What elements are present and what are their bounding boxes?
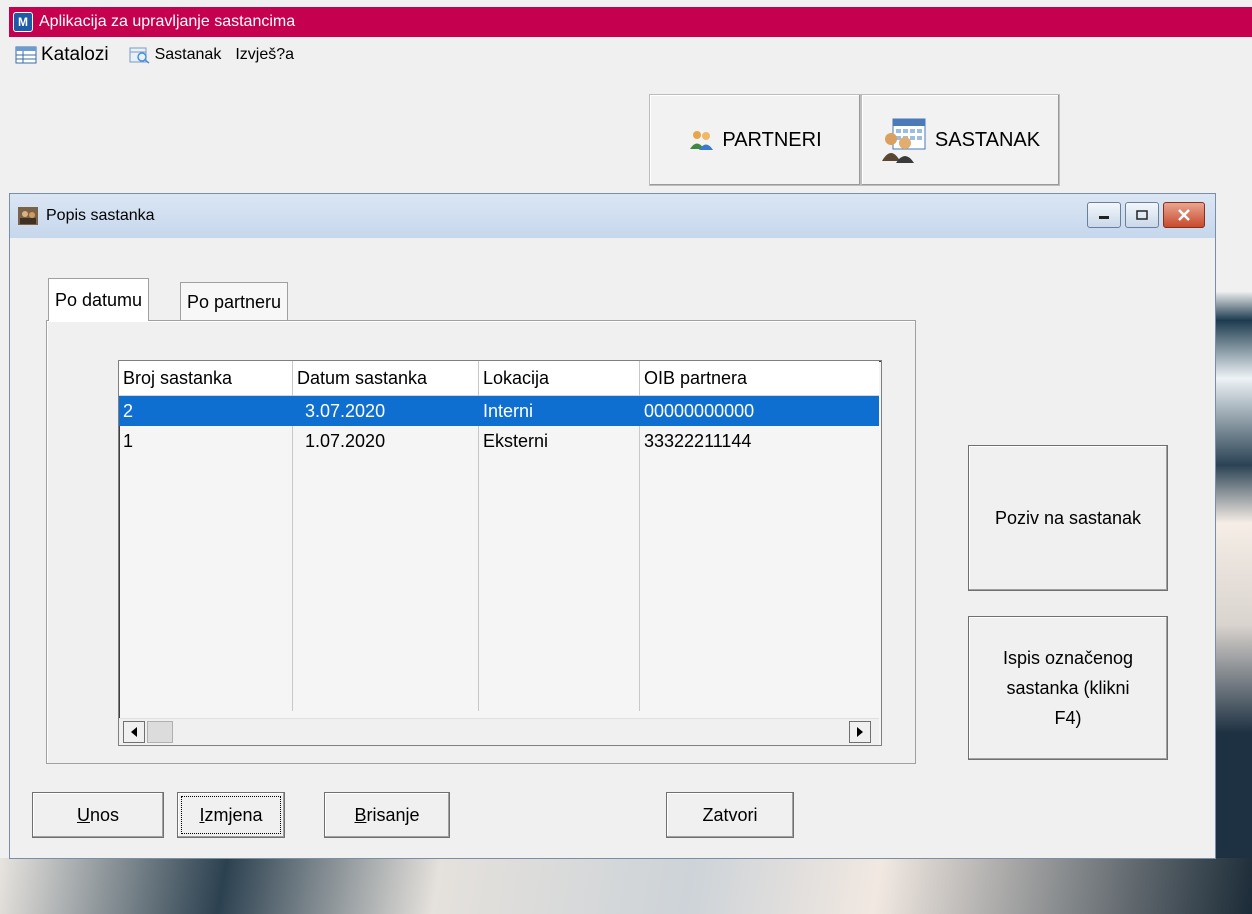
- list-header: Broj sastanka Datum sastanka Lokacija OI…: [119, 361, 879, 396]
- close-icon: [1178, 209, 1190, 221]
- menu-sastanak[interactable]: Sastanak: [123, 46, 222, 64]
- ispis-sastanka-button[interactable]: Ispis označenog sastanka (klikni F4): [968, 616, 1168, 760]
- meetings-listview[interactable]: Broj sastanka Datum sastanka Lokacija OI…: [118, 360, 882, 746]
- ispis-label-line1: Ispis označenog: [1002, 648, 1134, 668]
- scroll-right-button[interactable]: [849, 721, 871, 743]
- tab-po-datumu[interactable]: Po datumu: [48, 278, 150, 321]
- menubar: Katalozi Sastanak Izvješ?a: [9, 40, 308, 70]
- app-title: Aplikacija za upravljanje sastancima: [39, 13, 296, 30]
- restore-button[interactable]: [1125, 202, 1159, 228]
- cell-broj: 2: [123, 400, 134, 421]
- arrow-left-icon: [131, 727, 137, 737]
- ispis-label-line2: sastanka (klikni: [1006, 678, 1130, 698]
- menu-sastanak-label: Sastanak: [154, 46, 222, 63]
- meeting-window-icon: [18, 207, 38, 225]
- minimize-button[interactable]: [1087, 202, 1121, 228]
- unos-button[interactable]: Unos: [32, 792, 164, 838]
- table-icon: [15, 46, 37, 64]
- sastanak-button[interactable]: SASTANAK: [861, 94, 1060, 186]
- scroll-thumb[interactable]: [147, 721, 173, 743]
- close-button[interactable]: [1163, 202, 1205, 228]
- menu-izvjesca-label: Izvješ?a: [235, 46, 295, 63]
- background-image-bottom: [0, 858, 1252, 914]
- calendar-search-icon: [129, 47, 150, 64]
- cell-datum: 3.07.2020: [305, 400, 386, 421]
- unos-label: nos: [89, 804, 120, 825]
- tab-po-datumu-label: Po datumu: [55, 289, 143, 310]
- cell-broj: 1: [123, 430, 134, 451]
- horizontal-scrollbar[interactable]: [119, 718, 879, 745]
- window-controls: [1087, 202, 1205, 228]
- background-image-right: [1214, 190, 1252, 914]
- child-title: Popis sastanka: [46, 207, 155, 224]
- tab-po-partneru[interactable]: Po partneru: [180, 282, 289, 321]
- table-row[interactable]: 2 3.07.2020 Interni 00000000000: [119, 396, 879, 426]
- cell-lokacija: Interni: [483, 400, 534, 421]
- cell-lokacija: Eksterni: [483, 430, 549, 451]
- column-header-oib[interactable]: OIB partnera: [640, 361, 879, 395]
- poziv-na-sastanak-button[interactable]: Poziv na sastanak: [968, 445, 1168, 591]
- column-header-broj[interactable]: Broj sastanka: [119, 361, 293, 395]
- sastanak-label: SASTANAK: [934, 128, 1041, 151]
- zatvori-label: Zatvori: [702, 804, 758, 825]
- ispis-label-line3: F4): [1054, 708, 1082, 728]
- app-logo-icon: M: [13, 12, 33, 32]
- cell-datum: 1.07.2020: [305, 430, 386, 451]
- child-titlebar: Popis sastanka: [10, 194, 1215, 238]
- brisanje-button[interactable]: Brisanje: [324, 792, 450, 838]
- meeting-calendar-icon: [881, 117, 927, 163]
- column-header-datum[interactable]: Datum sastanka: [293, 361, 479, 395]
- brisanje-label: risanje: [366, 804, 420, 825]
- tab-po-partneru-label: Po partneru: [187, 291, 282, 312]
- scroll-left-button[interactable]: [123, 721, 145, 743]
- menu-katalozi[interactable]: Katalozi: [9, 44, 109, 66]
- column-header-lokacija[interactable]: Lokacija: [479, 361, 640, 395]
- partneri-button[interactable]: PARTNERI: [649, 94, 861, 186]
- poziv-label: Poziv na sastanak: [994, 508, 1142, 528]
- arrow-right-icon: [857, 727, 863, 737]
- brisanje-accesskey: B: [354, 804, 367, 825]
- izmjena-label: zmjena: [204, 804, 263, 825]
- list-rows: 2 3.07.2020 Interni 00000000000 1 1.07.2…: [119, 396, 879, 456]
- menu-izvjesca[interactable]: Izvješ?a: [235, 46, 294, 64]
- app-titlebar: M Aplikacija za upravljanje sastancima: [9, 7, 1252, 37]
- popis-sastanka-window: Popis sastanka Po datumu Po partneru Bro…: [9, 193, 1216, 859]
- unos-accesskey: U: [76, 804, 90, 825]
- minimize-icon: [1099, 216, 1109, 219]
- zatvori-button[interactable]: Zatvori: [666, 792, 794, 838]
- users-icon: [688, 129, 714, 151]
- table-row[interactable]: 1 1.07.2020 Eksterni 33322211144: [119, 426, 879, 456]
- cell-oib: 33322211144: [644, 430, 752, 451]
- izmjena-button[interactable]: Izmjena: [177, 792, 285, 838]
- menu-katalozi-label: Katalozi: [41, 44, 109, 65]
- cell-oib: 00000000000: [644, 400, 755, 421]
- partneri-label: PARTNERI: [722, 128, 822, 151]
- restore-icon: [1136, 210, 1148, 220]
